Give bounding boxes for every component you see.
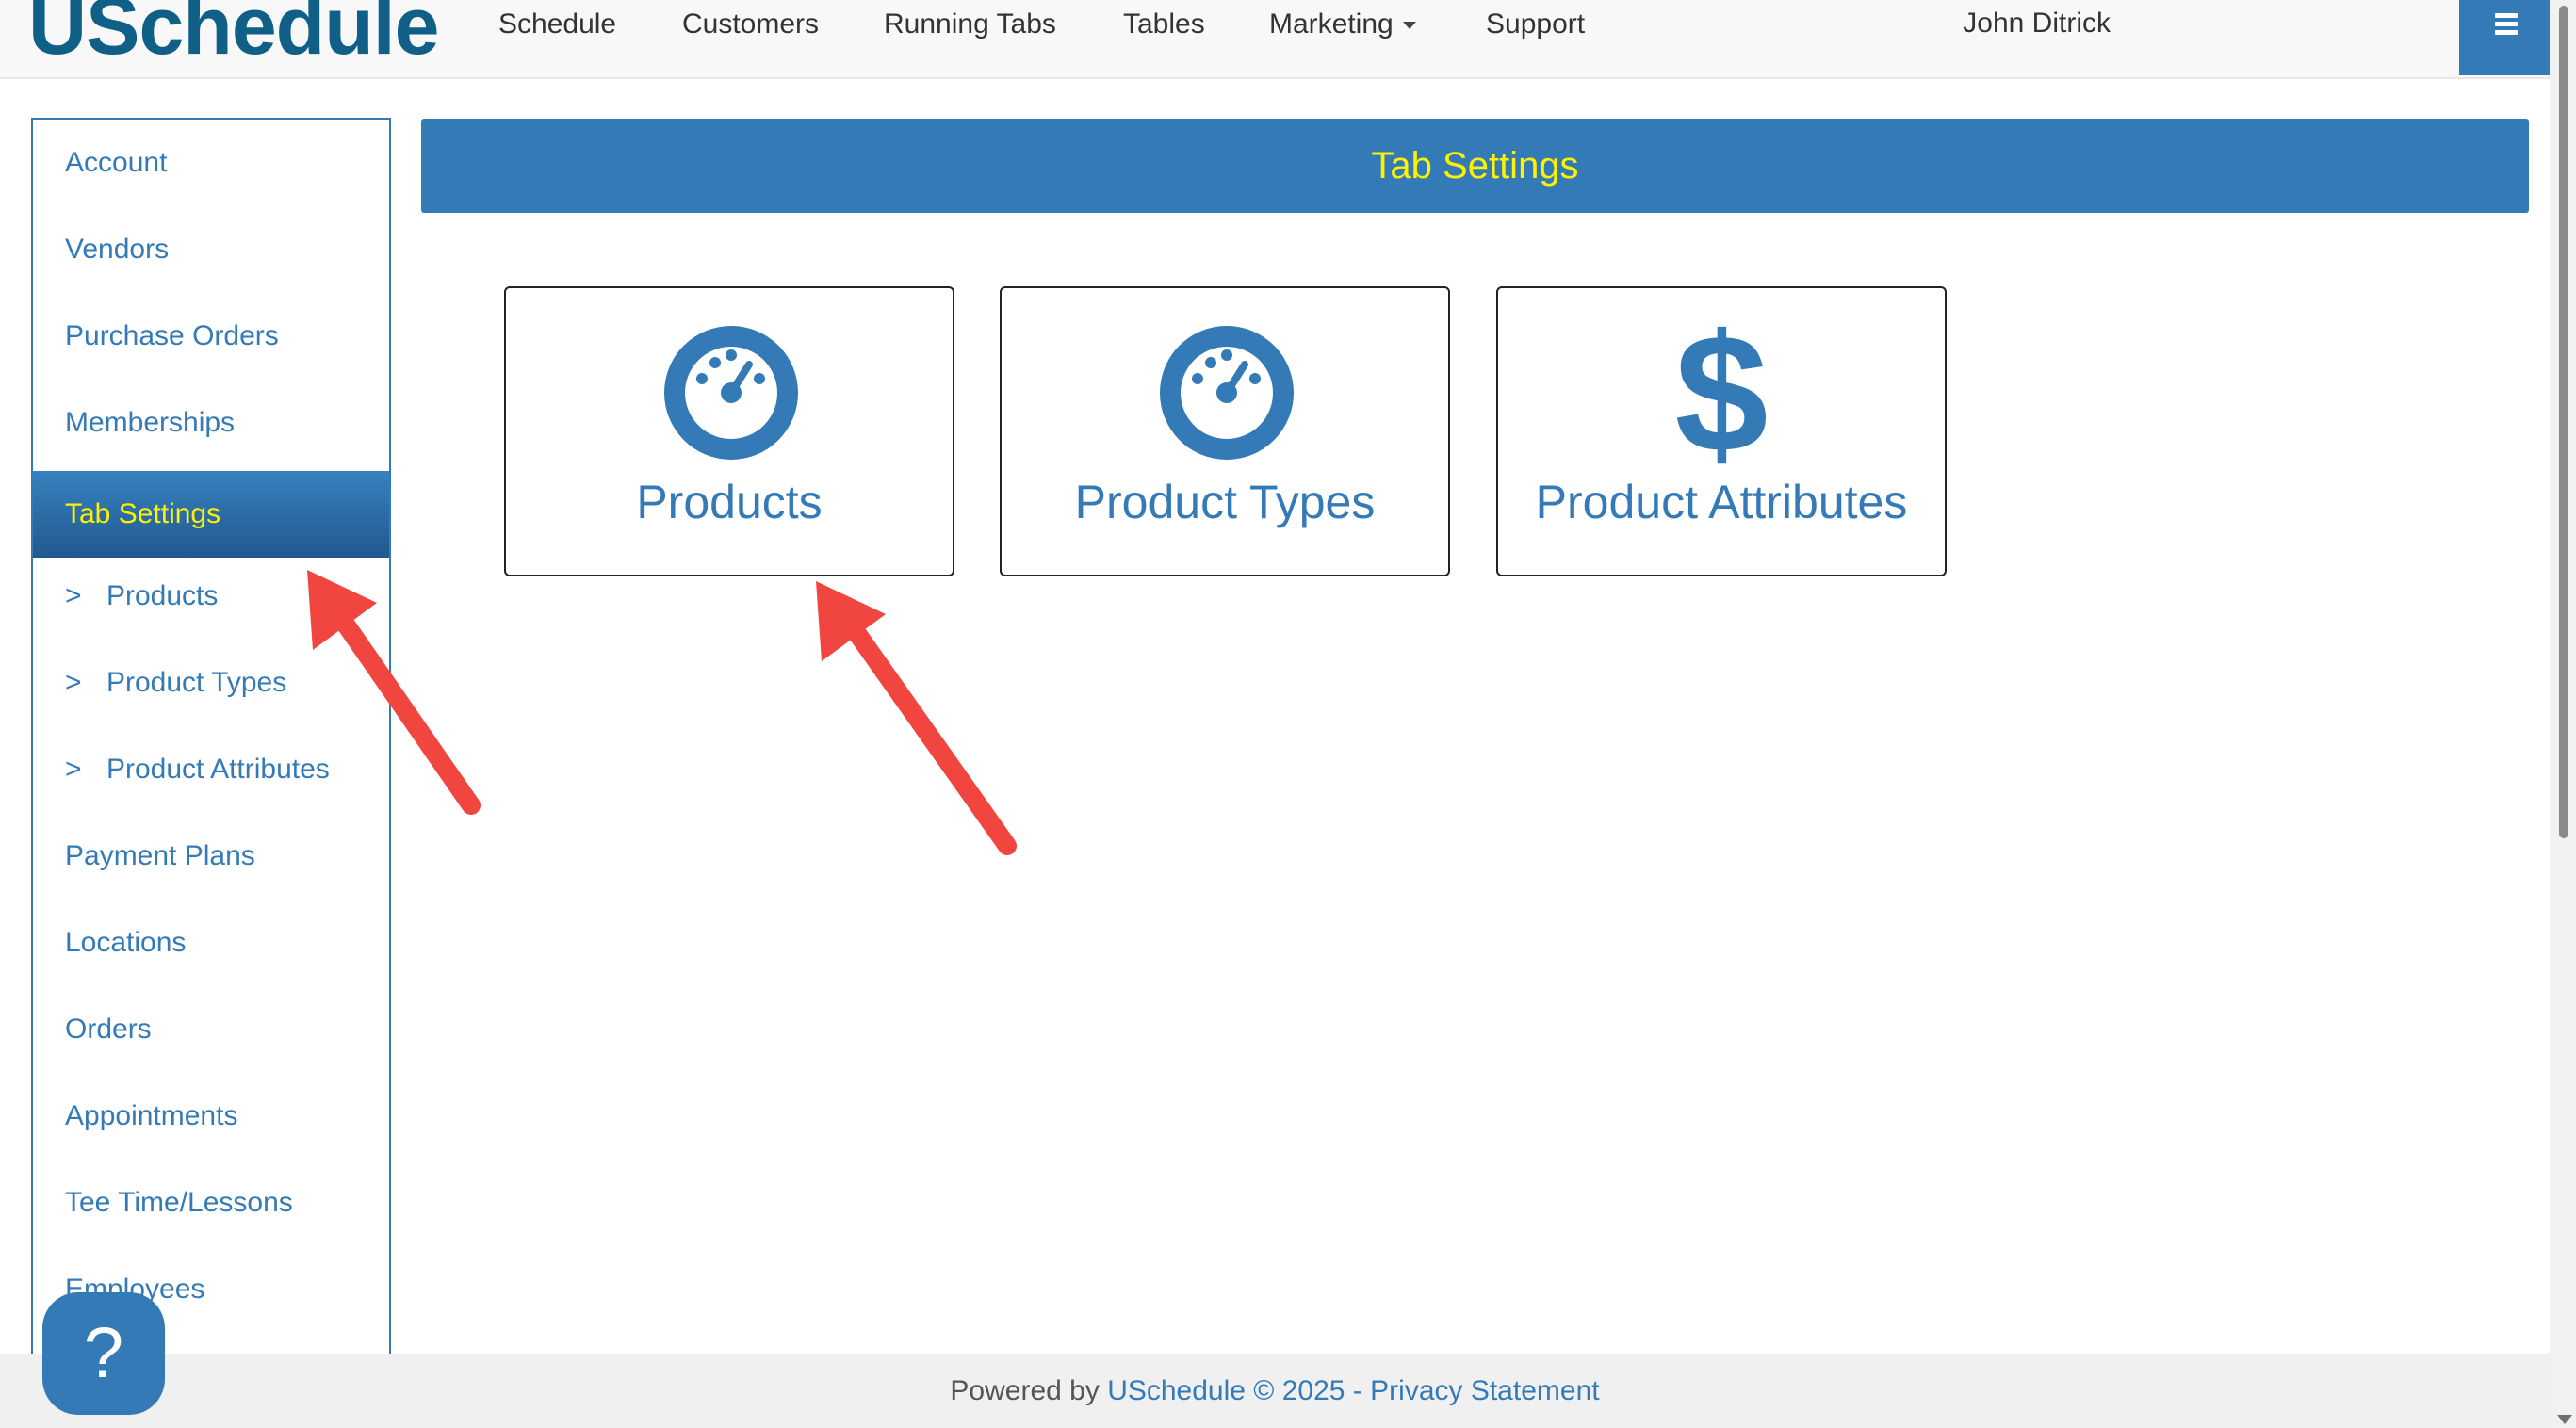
hamburger-icon-bar [2495, 30, 2518, 35]
scroll-down-icon[interactable] [2557, 1415, 2572, 1424]
footer-uschedule-link[interactable]: USchedule [1107, 1375, 1246, 1406]
top-navbar: USchedule Schedule Customers Running Tab… [0, 0, 2550, 79]
scrollbar-thumb[interactable] [2559, 6, 2568, 838]
sidebar-item-label: Products [106, 580, 219, 611]
sidebar-item-product-attributes[interactable]: > Product Attributes [33, 726, 389, 813]
card-label: Product Attributes [1535, 476, 1908, 528]
sidebar-item-vendors[interactable]: Vendors [33, 206, 389, 293]
sidebar-item-label: Product Types [106, 667, 287, 698]
page-title: Tab Settings [421, 119, 2529, 213]
sidebar-item-orders[interactable]: Orders [33, 986, 389, 1073]
sidebar-item-label: Product Attributes [106, 754, 330, 785]
dollar-icon: $ [1674, 300, 1769, 487]
footer-powered-by: Powered by [950, 1375, 1100, 1406]
hamburger-icon [2495, 13, 2518, 18]
user-menu[interactable]: John Ditrick [1963, 8, 2111, 40]
nav-marketing-label: Marketing [1269, 8, 1394, 40]
page-scrollbar[interactable] [2550, 0, 2576, 1428]
products-card[interactable]: Products [504, 286, 954, 576]
settings-sidebar: Account Vendors Purchase Orders Membersh… [31, 118, 391, 1363]
sidebar-item-products[interactable]: > Products [33, 553, 389, 640]
hamburger-icon-bar [2495, 22, 2518, 26]
product-attributes-card[interactable]: $ Product Attributes [1496, 286, 1947, 576]
card-label: Product Types [1074, 476, 1376, 528]
sidebar-item-product-types[interactable]: > Product Types [33, 640, 389, 726]
dashboard-icon [1160, 326, 1294, 460]
arrow-to-products-card-icon [816, 581, 1017, 855]
product-types-card[interactable]: Product Types [1000, 286, 1450, 576]
sidebar-item-memberships[interactable]: Memberships [33, 380, 389, 466]
sidebar-item-account[interactable]: Account [33, 120, 389, 206]
caret-down-icon [1402, 22, 1416, 30]
help-button[interactable]: ? [42, 1292, 165, 1415]
footer-copyright: © 2025 - [1253, 1375, 1362, 1406]
sidebar-item-tee-time-lessons[interactable]: Tee Time/Lessons [33, 1160, 389, 1246]
nav-schedule[interactable]: Schedule [498, 8, 616, 41]
brand-logo[interactable]: USchedule [28, 0, 439, 73]
nav-running-tabs[interactable]: Running Tabs [884, 8, 1056, 41]
sidebar-item-appointments[interactable]: Appointments [33, 1073, 389, 1160]
sidebar-item-tab-settings[interactable]: Tab Settings [33, 471, 389, 558]
sidebar-item-payment-plans[interactable]: Payment Plans [33, 813, 389, 900]
sidebar-item-purchase-orders[interactable]: Purchase Orders [33, 293, 389, 380]
nav-support[interactable]: Support [1486, 8, 1585, 41]
nav-tables[interactable]: Tables [1123, 8, 1205, 41]
chevron-right-icon: > [65, 667, 82, 698]
hamburger-menu-button[interactable] [2459, 0, 2550, 75]
nav-customers[interactable]: Customers [682, 8, 819, 41]
card-label: Products [636, 476, 823, 528]
sidebar-item-locations[interactable]: Locations [33, 900, 389, 986]
page-footer: Powered by USchedule © 2025 - Privacy St… [0, 1354, 2550, 1428]
footer-privacy-link[interactable]: Privacy Statement [1370, 1375, 1599, 1406]
chevron-right-icon: > [65, 580, 82, 611]
dashboard-icon [664, 326, 798, 460]
nav-marketing[interactable]: Marketing [1269, 8, 1416, 41]
chevron-right-icon: > [65, 754, 82, 785]
